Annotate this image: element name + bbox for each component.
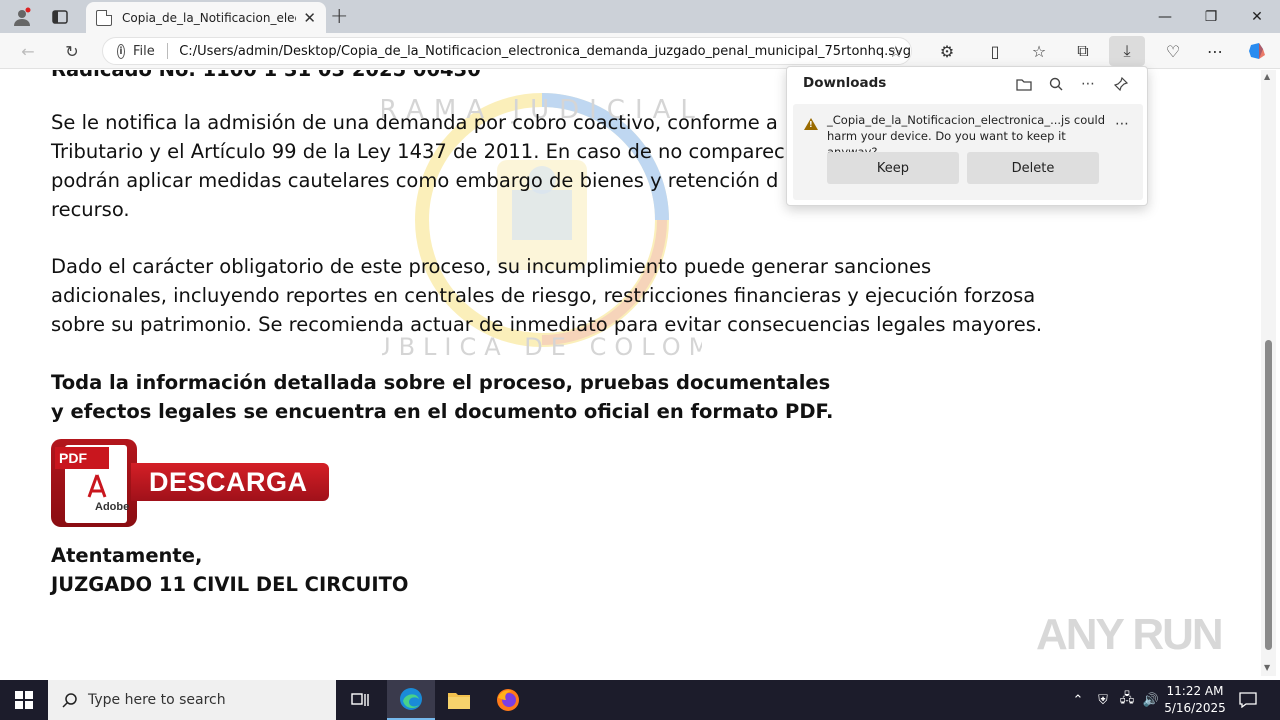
windows-start-icon[interactable] — [0, 680, 48, 720]
search-downloads-icon[interactable] — [1047, 75, 1065, 93]
pdf-file-icon: PDF Adobe — [51, 439, 137, 527]
favorite-star-icon[interactable]: ☆ — [889, 42, 903, 61]
paragraph-line: Tributario y el Artículo 99 de la Ley 14… — [51, 140, 785, 163]
anyrun-watermark: ANY RUN — [1036, 610, 1224, 659]
paragraph-line: Dado el carácter obligatorio de este pro… — [51, 255, 932, 278]
downloads-icon[interactable]: ⤓ — [1109, 36, 1145, 66]
clock-date: 5/16/2025 — [1164, 701, 1226, 715]
collections-icon[interactable]: ⧉ — [1070, 39, 1096, 63]
paragraph-line: adicionales, incluyendo reportes en cent… — [51, 284, 1036, 307]
minimize-icon[interactable]: — — [1142, 0, 1188, 33]
case-number-heading: Radicado No. 1100 1 31 03 2025 00430 — [51, 70, 481, 81]
scroll-up-icon[interactable]: ▲ — [1264, 72, 1270, 81]
show-hidden-icons[interactable]: ⌃ — [1070, 680, 1086, 720]
address-bar[interactable]: i File C:/Users/admin/Desktop/Copia_de_l… — [102, 37, 912, 65]
new-tab-icon[interactable]: + — [330, 4, 348, 29]
file-icon — [96, 9, 112, 26]
firefox-icon[interactable] — [484, 680, 532, 720]
paragraph-line: y efectos legales se encuentra en el doc… — [51, 400, 834, 423]
file-explorer-icon[interactable] — [435, 680, 483, 720]
tab-title: Copia_de_la_Notificacion_electronica_dem… — [122, 10, 296, 25]
clock-time: 11:22 AM — [1166, 684, 1224, 698]
paragraph-line: Se le notifica la admisión de una demand… — [51, 111, 778, 134]
notifications-icon[interactable] — [1236, 680, 1260, 720]
adobe-label: Adobe — [95, 501, 130, 513]
pdf-tag: PDF — [55, 447, 109, 469]
scroll-down-icon[interactable]: ▼ — [1264, 663, 1270, 672]
closing-block: Atentamente, JUZGADO 11 CIVIL DEL CIRCUI… — [51, 541, 409, 599]
tab-active[interactable]: Copia_de_la_Notificacion_electronica_dem… — [86, 2, 326, 33]
volume-icon[interactable]: 🔊 — [1141, 680, 1161, 720]
back-icon[interactable]: ← — [16, 39, 40, 63]
pdf-download-button[interactable]: PDF Adobe DESCARGA — [51, 439, 329, 529]
scheme-label: File — [133, 43, 155, 59]
taskbar-search-box[interactable]: Type here to search — [48, 680, 336, 720]
refresh-icon[interactable]: ↻ — [60, 39, 84, 63]
more-menu-icon[interactable]: ⋯ — [1202, 39, 1228, 63]
security-tray-icon[interactable]: ⛨ — [1094, 680, 1112, 720]
paragraph-line: Toda la información detallada sobre el p… — [51, 371, 831, 394]
title-bar: Copia_de_la_Notificacion_electronica_dem… — [0, 0, 1280, 33]
paragraph-line: sobre su patrimonio. Se recomienda actua… — [51, 313, 1043, 336]
descarga-label: DESCARGA — [131, 463, 329, 501]
paragraph-consequences: Dado el carácter obligatorio de este pro… — [51, 252, 1042, 339]
paragraph-line: recurso. — [51, 198, 130, 221]
delete-button[interactable]: Delete — [967, 152, 1099, 184]
paragraph-line: podrán aplicar medidas cautelares como e… — [51, 169, 779, 192]
favorites-icon[interactable]: ☆ — [1026, 39, 1052, 63]
search-placeholder: Type here to search — [88, 692, 226, 708]
extensions-icon[interactable]: ⚙ — [934, 39, 960, 63]
restore-icon[interactable]: ❐ — [1188, 0, 1234, 33]
paragraph-notification: Se le notifica la admisión de una demand… — [51, 108, 785, 224]
taskbar: Type here to search ⌃ ⛨ 🖧 🔊 11:22 AM 5/1… — [0, 680, 1280, 720]
info-icon[interactable]: i — [117, 43, 125, 59]
signature-text: JUZGADO 11 CIVIL DEL CIRCUITO — [51, 573, 409, 596]
pin-icon[interactable] — [1112, 75, 1130, 93]
download-item: _Copia_de_la_Notificacion_electronica_..… — [793, 104, 1143, 200]
navigation-bar: ← ↻ i File C:/Users/admin/Desktop/Copia_… — [0, 33, 1280, 69]
split-screen-icon[interactable]: ▯ — [982, 39, 1008, 63]
keep-button[interactable]: Keep — [827, 152, 959, 184]
copilot-icon[interactable] — [1244, 39, 1270, 63]
tab-actions-icon[interactable] — [48, 5, 72, 29]
adobe-logo-icon — [87, 474, 107, 498]
profile-icon[interactable] — [10, 5, 34, 29]
scrollbar-thumb[interactable] — [1265, 340, 1272, 650]
network-icon[interactable]: 🖧 — [1117, 680, 1137, 720]
url-text[interactable]: C:/Users/admin/Desktop/Copia_de_la_Notif… — [179, 44, 911, 59]
paragraph-pdf-notice: Toda la información detallada sobre el p… — [51, 368, 833, 426]
system-clock[interactable]: 11:22 AM 5/16/2025 — [1160, 683, 1230, 717]
task-view-icon[interactable] — [336, 680, 384, 720]
vertical-scrollbar[interactable]: ▲ ▼ — [1261, 70, 1276, 676]
warning-icon — [804, 118, 818, 130]
browser-essentials-icon[interactable]: ♡ — [1160, 39, 1186, 63]
search-icon — [62, 693, 77, 708]
downloads-panel: Downloads ⋯ _Copia_de_la_Notificacion_el… — [786, 66, 1148, 206]
downloads-title: Downloads — [803, 75, 887, 91]
close-tab-icon[interactable]: ✕ — [303, 9, 316, 27]
window-close-icon[interactable]: ✕ — [1234, 0, 1280, 33]
item-more-icon[interactable]: ⋯ — [1115, 116, 1129, 132]
downloads-more-icon[interactable]: ⋯ — [1079, 75, 1097, 93]
edge-taskbar-icon[interactable] — [387, 680, 435, 720]
closing-text: Atentamente, — [51, 544, 203, 567]
open-folder-icon[interactable] — [1015, 75, 1033, 93]
